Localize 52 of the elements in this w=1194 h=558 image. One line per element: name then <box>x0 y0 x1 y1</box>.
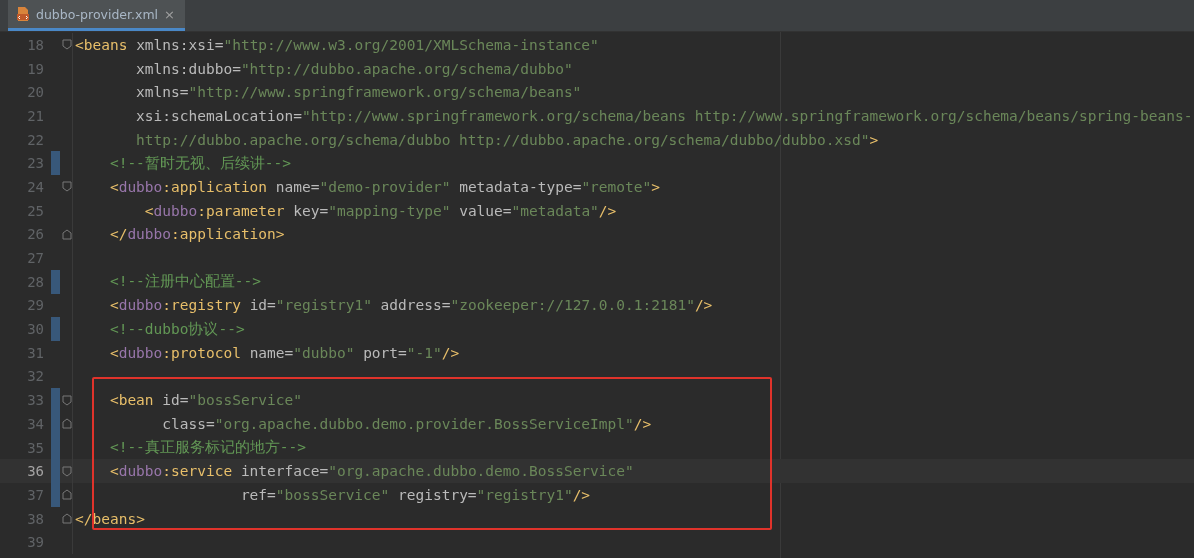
code-line: ref="bossService" registry="registry1"/> <box>239 486 591 503</box>
line-number: 19 <box>26 60 44 77</box>
close-tab-icon[interactable]: × <box>164 6 175 22</box>
xml-file-icon <box>16 6 30 22</box>
line-number: 38 <box>26 510 44 527</box>
code-line: <dubbo:application name="demo-provider" metadata-type="remote"> <box>108 178 660 195</box>
line-number: 23 <box>26 155 44 172</box>
fold-marker-icon[interactable] <box>62 39 72 51</box>
code-line: <dubbo:service interface="org.apache.dubbo.demo.BossService" <box>108 463 634 480</box>
code-line: <!--真正服务标记的地方--> <box>108 438 307 458</box>
line-number: 32 <box>26 368 44 385</box>
line-number: 26 <box>26 226 44 243</box>
code-line: <dubbo:protocol name="dubbo" port="-1"/> <box>108 344 460 361</box>
line-number: 25 <box>26 202 44 219</box>
code-line: <dubbo:parameter key="mapping-type" value="metadata"/> <box>143 202 617 219</box>
line-number: 20 <box>26 84 44 101</box>
fold-marker-icon[interactable] <box>62 489 72 501</box>
code-line: </dubbo:application> <box>108 226 285 243</box>
line-number: 39 <box>26 534 44 551</box>
code-line: <!--dubbo协议--> <box>108 319 245 339</box>
line-number: 27 <box>26 250 44 267</box>
line-number: 33 <box>26 392 44 409</box>
file-tab[interactable]: dubbo-provider.xml × <box>8 0 185 31</box>
line-number: 30 <box>26 321 44 338</box>
code-line: http://dubbo.apache.org/schema/dubbo http://dubbo.apache.org/schema/dubbo/dubbo.xsd"> <box>135 131 879 148</box>
line-number: 22 <box>26 131 44 148</box>
code-line: xsi:schemaLocation="http://www.springframework.org/schema/beans http://www.springframework.org/schema/beans/spring-beans- <box>135 107 1193 124</box>
line-number: 28 <box>26 273 44 290</box>
fold-marker-icon[interactable] <box>62 418 72 430</box>
code-line: <bean id="bossService" <box>108 392 302 409</box>
fold-marker-icon[interactable] <box>62 465 72 477</box>
code-line: </beans> <box>74 510 145 527</box>
line-number: 37 <box>26 486 44 503</box>
line-number: 34 <box>26 415 44 432</box>
code-line: <beans xmlns:xsi="http://www.w3.org/2001/XMLSchema-instance" <box>74 36 599 53</box>
code-line: <!--注册中心配置--> <box>108 272 262 292</box>
fold-marker-icon[interactable] <box>62 181 72 193</box>
line-number: 35 <box>26 439 44 456</box>
code-line: class="org.apache.dubbo.demo.provider.BossServiceImpl"/> <box>161 415 652 432</box>
code-line: <dubbo:registry id="registry1" address="zookeeper://127.0.0.1:2181"/> <box>108 297 713 314</box>
line-number: 18 <box>26 36 44 53</box>
code-line: xmlns="http://www.springframework.org/schema/beans" <box>135 84 582 101</box>
line-number: 24 <box>26 178 44 195</box>
line-number: 21 <box>26 107 44 124</box>
fold-marker-icon[interactable] <box>62 513 72 525</box>
line-number: 31 <box>26 344 44 361</box>
line-number: 36 <box>26 463 44 480</box>
code-line: xmlns:dubbo="http://dubbo.apache.org/schema/dubbo" <box>135 60 573 77</box>
fold-marker-icon[interactable] <box>62 228 72 240</box>
fold-marker-icon[interactable] <box>62 394 72 406</box>
line-number: 29 <box>26 297 44 314</box>
code-line: <!--暂时无视、后续讲--> <box>108 153 292 173</box>
